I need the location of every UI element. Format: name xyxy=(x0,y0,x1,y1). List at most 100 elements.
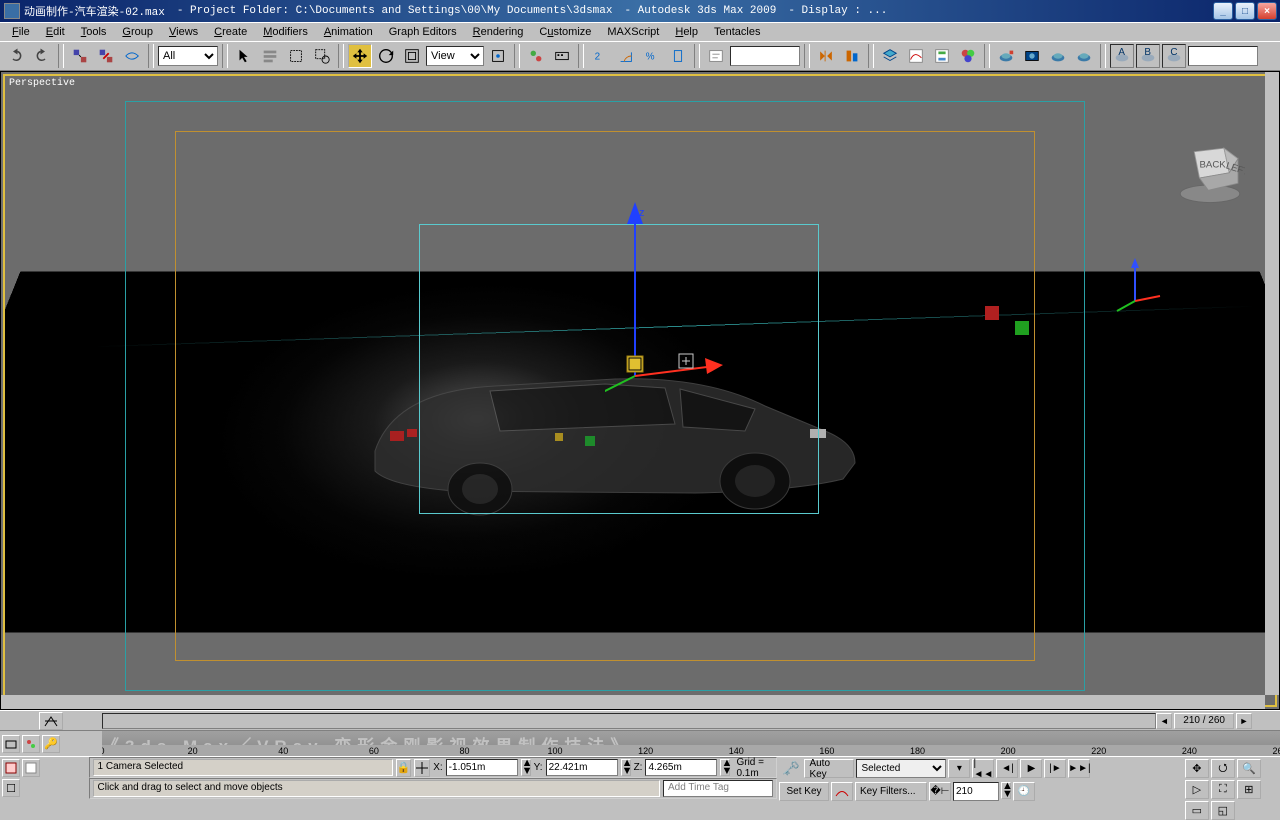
macro-recorder-button[interactable] xyxy=(22,759,40,777)
bind-spacewarp-button[interactable] xyxy=(120,44,144,68)
zoom-button[interactable]: 🔍 xyxy=(1237,759,1261,778)
zoom-all-button[interactable]: ⊞ xyxy=(1237,780,1261,799)
menu-help[interactable]: Help xyxy=(669,24,704,40)
timeslider-toggle-button[interactable] xyxy=(39,712,63,730)
menu-create[interactable]: Create xyxy=(208,24,253,40)
menu-tools[interactable]: Tools xyxy=(75,24,113,40)
window-crossing-button[interactable] xyxy=(310,44,334,68)
select-object-button[interactable] xyxy=(232,44,256,68)
unlink-button[interactable] xyxy=(94,44,118,68)
key-mode-toggle-button[interactable]: �⊢ xyxy=(929,782,951,801)
menu-rendering[interactable]: Rendering xyxy=(467,24,530,40)
schematic-view-button[interactable] xyxy=(930,44,954,68)
render-setup-button[interactable] xyxy=(994,44,1018,68)
prev-frame-button[interactable]: ◄| xyxy=(996,759,1018,778)
link-button[interactable] xyxy=(68,44,92,68)
goto-end-button[interactable]: ►►| xyxy=(1068,759,1090,778)
reactor-a-button[interactable]: A xyxy=(1110,44,1134,68)
menu-modifiers[interactable]: Modifiers xyxy=(257,24,314,40)
render-frame-button[interactable] xyxy=(1020,44,1044,68)
align-button[interactable] xyxy=(840,44,864,68)
setkey-button[interactable]: Set Key xyxy=(779,782,829,801)
mirror-button[interactable] xyxy=(814,44,838,68)
viewcube[interactable]: BACK LEFT xyxy=(1175,136,1245,206)
zoom-extents-button[interactable]: ⛶ xyxy=(1211,780,1235,799)
absolute-relative-button[interactable] xyxy=(414,759,430,777)
x-coord-input[interactable] xyxy=(446,759,518,776)
key-filters-button[interactable]: Key Filters... xyxy=(855,782,927,801)
viewport-scroll-v[interactable] xyxy=(1265,72,1279,695)
key-tangent-button[interactable] xyxy=(831,782,853,801)
maximize-button[interactable]: □ xyxy=(1235,2,1255,20)
maxscript-listener-button[interactable] xyxy=(2,759,20,777)
goto-start-button[interactable]: |◄◄ xyxy=(972,759,994,778)
perspective-viewport[interactable]: Perspective z xyxy=(3,74,1277,707)
render-last-button[interactable] xyxy=(1072,44,1096,68)
manipulate-button[interactable] xyxy=(524,44,548,68)
close-button[interactable]: × xyxy=(1257,2,1277,20)
x-spinner[interactable]: ▲▼ xyxy=(521,759,531,776)
lock-selection-button[interactable]: 🔒 xyxy=(396,759,412,777)
layer-manager-button[interactable] xyxy=(878,44,902,68)
region-zoom-button[interactable]: ▭ xyxy=(1185,801,1209,820)
named-selection-edit-button[interactable] xyxy=(704,44,728,68)
arc-rotate-button[interactable]: ⭯ xyxy=(1211,759,1235,778)
z-coord-input[interactable] xyxy=(645,759,717,776)
time-slider-next[interactable]: ► xyxy=(1236,713,1252,729)
move-button[interactable] xyxy=(348,44,372,68)
undo-button[interactable] xyxy=(4,44,28,68)
time-tag-input[interactable]: Add Time Tag xyxy=(663,780,773,797)
next-frame-button[interactable]: |► xyxy=(1044,759,1066,778)
snap-angle-button[interactable] xyxy=(614,44,638,68)
spinner-snap-button[interactable] xyxy=(666,44,690,68)
menu-graph-editors[interactable]: Graph Editors xyxy=(383,24,463,40)
material-editor-button[interactable] xyxy=(956,44,980,68)
pivot-center-button[interactable] xyxy=(486,44,510,68)
frame-spinner[interactable]: ▲▼ xyxy=(1001,782,1011,799)
ref-coord-dropdown[interactable]: View xyxy=(426,46,484,66)
menu-customize[interactable]: Customize xyxy=(533,24,597,40)
z-spinner[interactable]: ▲▼ xyxy=(720,759,730,776)
reactor-b-button[interactable]: B xyxy=(1136,44,1160,68)
pan-view-button[interactable]: ✥ xyxy=(1185,759,1209,778)
render-production-button[interactable] xyxy=(1046,44,1070,68)
snap-2d-button[interactable]: 2 xyxy=(588,44,612,68)
rectangle-select-button[interactable] xyxy=(284,44,308,68)
play-button[interactable]: ▶ xyxy=(1020,759,1042,778)
select-by-name-button[interactable] xyxy=(258,44,282,68)
menu-tentacles[interactable]: Tentacles xyxy=(708,24,766,40)
snap-percent-button[interactable]: % xyxy=(640,44,664,68)
time-slider-track[interactable] xyxy=(102,713,1156,729)
key-mode-dropdown[interactable]: Selected xyxy=(856,759,946,778)
y-spinner[interactable]: ▲▼ xyxy=(621,759,631,776)
trackbar-key-button[interactable]: 🔑 xyxy=(42,735,60,753)
reactor-preset-input[interactable] xyxy=(1188,46,1258,66)
comm-center-button[interactable]: ☐ xyxy=(2,779,20,797)
menu-edit[interactable]: Edit xyxy=(40,24,71,40)
trackbar-filter-button[interactable] xyxy=(22,735,40,753)
trackbar-strip[interactable]: 《3ds Max／VRay 变形金刚影视效果制作技法》 020406080100… xyxy=(102,731,1280,756)
menu-maxscript[interactable]: MAXScript xyxy=(601,24,665,40)
viewport-scroll-h[interactable] xyxy=(1,695,1265,709)
menu-file[interactable]: File xyxy=(6,24,36,40)
curve-editor-button[interactable] xyxy=(904,44,928,68)
redo-button[interactable] xyxy=(30,44,54,68)
fov-button[interactable]: ▷ xyxy=(1185,780,1209,799)
trackbar-open-button[interactable] xyxy=(2,735,20,753)
set-key-flyout[interactable]: ▾ xyxy=(948,759,970,778)
keyboard-shortcut-button[interactable] xyxy=(550,44,574,68)
minimize-button[interactable]: _ xyxy=(1213,2,1233,20)
maximize-viewport-button[interactable]: ◱ xyxy=(1211,801,1235,820)
autokey-button[interactable]: Auto Key xyxy=(804,759,854,778)
time-slider-thumb[interactable]: 210 / 260 xyxy=(1174,713,1234,729)
named-selection-input[interactable] xyxy=(730,46,800,66)
y-coord-input[interactable] xyxy=(546,759,618,776)
time-config-button[interactable]: 🕘 xyxy=(1013,782,1035,801)
current-frame-input[interactable] xyxy=(953,782,999,801)
menu-views[interactable]: Views xyxy=(163,24,204,40)
scale-button[interactable] xyxy=(400,44,424,68)
reactor-c-button[interactable]: C xyxy=(1162,44,1186,68)
selection-filter-dropdown[interactable]: All xyxy=(158,46,218,66)
menu-animation[interactable]: Animation xyxy=(318,24,379,40)
rotate-button[interactable] xyxy=(374,44,398,68)
